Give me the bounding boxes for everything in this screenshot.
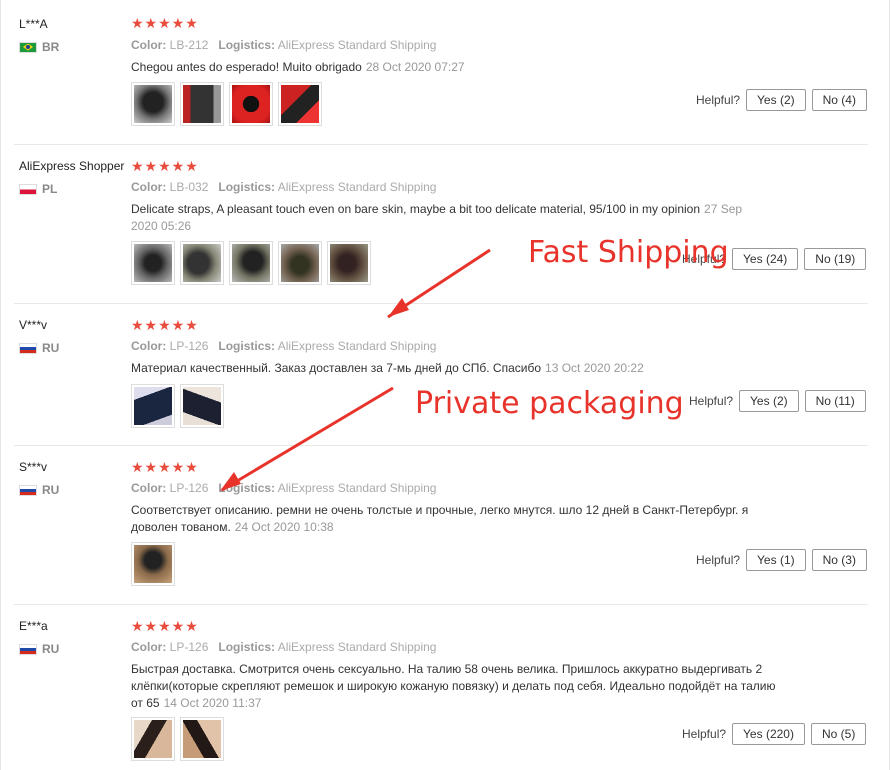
private-packaging-arrow [221, 386, 394, 492]
annotation-private-packaging: Private packaging [415, 386, 684, 421]
annotation-fast-shipping: Fast Shipping [528, 235, 729, 270]
private-packaging-arrowhead [220, 472, 241, 491]
fast-shipping-arrowhead [388, 298, 409, 317]
annotation-arrows [220, 248, 491, 492]
